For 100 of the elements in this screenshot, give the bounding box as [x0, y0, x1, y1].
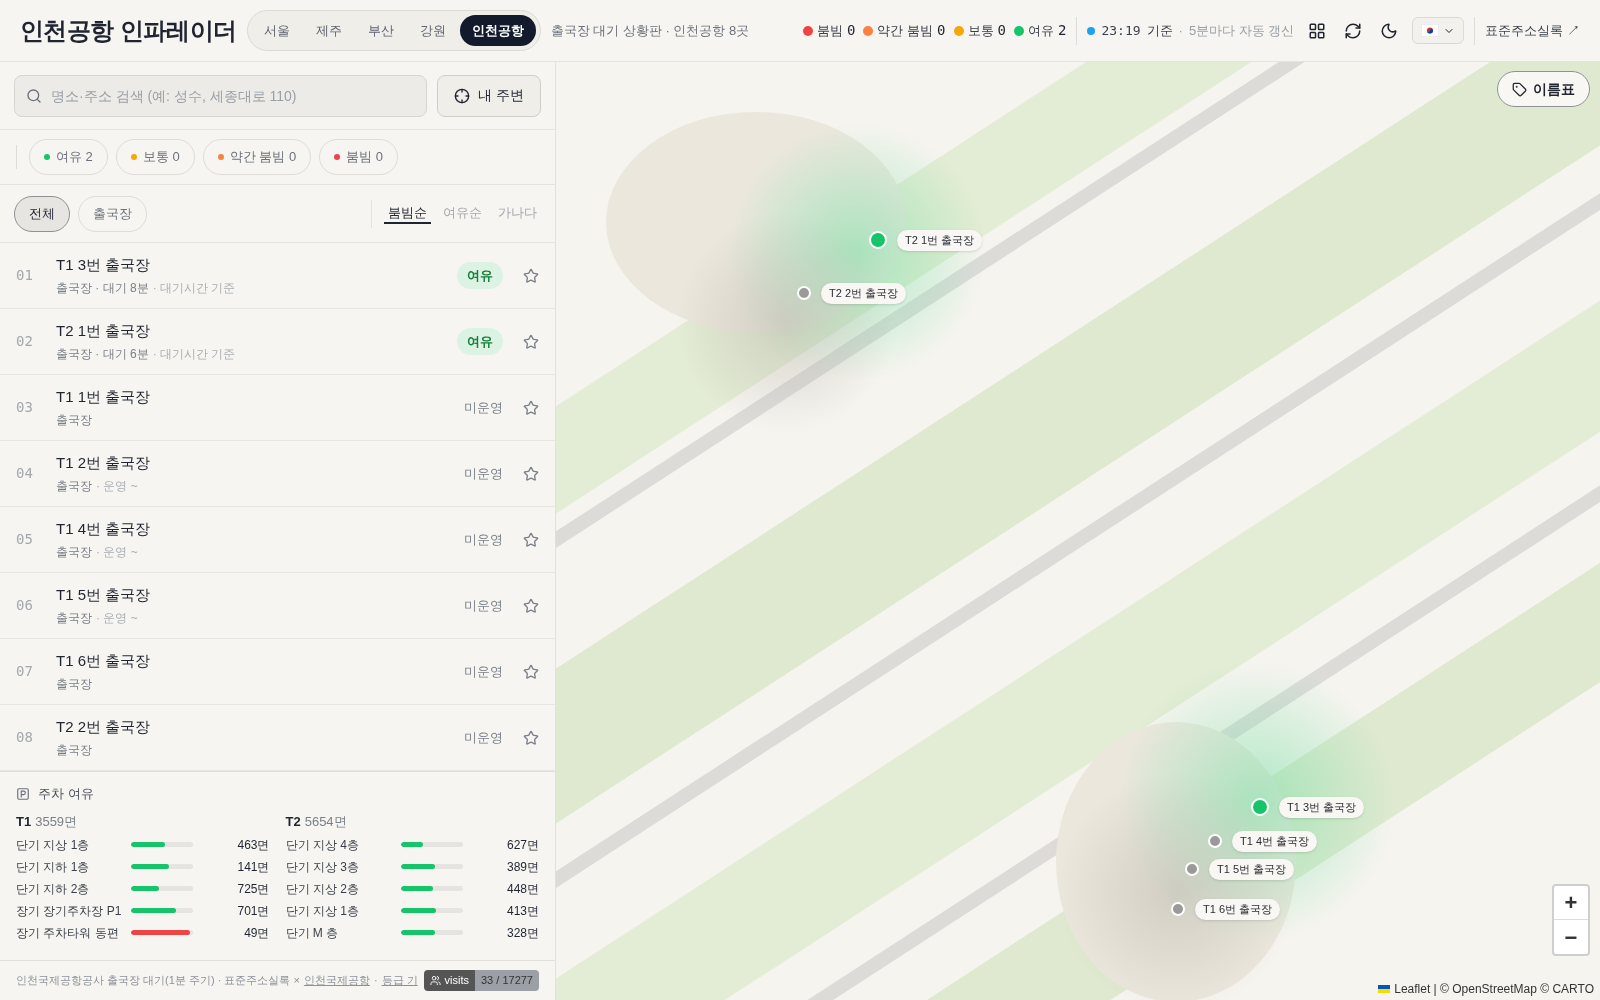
- type-tab[interactable]: 전체: [14, 195, 70, 232]
- status-text: 미운영: [464, 728, 503, 747]
- star-icon[interactable]: [523, 465, 539, 482]
- marker-label: T2 2번 출국장: [821, 283, 907, 304]
- row-number: 06: [16, 596, 34, 615]
- search-field[interactable]: 명소·주소 검색 (예: 성수, 세종대로 110): [14, 74, 428, 117]
- legend-count: 0: [847, 21, 856, 40]
- legend-count: 2: [1058, 21, 1067, 40]
- row-subtitle: 출국장: [56, 477, 92, 495]
- sort-tab[interactable]: 붐빔순: [384, 202, 431, 225]
- search-icon: [26, 87, 42, 104]
- star-icon[interactable]: [523, 531, 539, 548]
- city-tab[interactable]: 부산: [355, 14, 406, 47]
- star-icon[interactable]: [523, 399, 539, 416]
- row-subtitle: 출국장 · 대기 8분: [56, 279, 149, 297]
- row-title: T1 2번 출국장: [56, 453, 152, 474]
- marker-label: T1 6번 출국장: [1195, 899, 1281, 920]
- city-tab[interactable]: 제주: [303, 14, 354, 47]
- legend-label: 보통: [967, 21, 994, 40]
- time-suffix: 기준: [1146, 21, 1173, 40]
- status-text: 미운영: [464, 464, 503, 483]
- row-title: T1 1번 출국장: [56, 387, 152, 408]
- nearby-button[interactable]: 내 주변: [437, 74, 541, 117]
- city-tab[interactable]: 서울: [251, 14, 302, 47]
- lot-spaces: 448면: [505, 880, 539, 898]
- refresh-note: 5분마다 자동 갱신: [1188, 21, 1295, 40]
- terminal-label: T1: [16, 812, 32, 831]
- status-text: 미운영: [464, 398, 503, 417]
- row-note: · 대기시간 기준: [152, 279, 236, 297]
- lot-name: 단기 지상 4층: [285, 836, 360, 854]
- map[interactable]: T2 1번 출국장 T2 2번 출국장 T1 3번 출국장 T1 4번 출국장 T1 5번 출국장 T1 6번 출국장 이름표 + − Leaflet | © OpenStreetMap © CARTO: [556, 62, 1600, 1000]
- row-title: T1 6번 출국장: [56, 651, 152, 672]
- lot-spaces: 627면: [505, 836, 539, 854]
- tag-icon: [1512, 81, 1527, 97]
- star-icon[interactable]: [523, 729, 539, 746]
- row-subtitle: 출국장: [56, 411, 92, 429]
- parking-icon: [16, 786, 30, 801]
- row-title: T1 5번 출국장: [56, 585, 152, 606]
- list-row[interactable]: 08 T2 2번 출국장 출국장 미운영: [0, 705, 555, 771]
- list-row[interactable]: 04 T1 2번 출국장 출국장 · 운영 ~ 미운영: [0, 441, 555, 507]
- list-row[interactable]: 03 T1 1번 출국장 출국장 미운영: [0, 375, 555, 441]
- list-row[interactable]: 02 T2 1번 출국장 출국장 · 대기 6분 · 대기시간 기준 여유: [0, 309, 555, 375]
- row-number: 03: [16, 398, 34, 417]
- terminal-total: 5654면: [304, 812, 347, 831]
- lot-spaces: 463면: [236, 836, 270, 854]
- language-dropdown[interactable]: [1412, 17, 1465, 44]
- lot-name: 단기 지상 1층: [16, 836, 91, 854]
- legend-count: 0: [937, 21, 946, 40]
- row-note: · 운영 ~: [96, 609, 138, 627]
- separator: ·: [1178, 21, 1183, 40]
- subtitle: 출국장 대기 상황판 · 인천공항 8곳: [550, 21, 750, 40]
- row-subtitle: 출국장: [56, 543, 92, 561]
- legend-label: 여유: [1028, 21, 1054, 40]
- list-row[interactable]: 05 T1 4번 출국장 출국장 · 운영 ~ 미운영: [0, 507, 555, 573]
- status-text: 미운영: [464, 596, 503, 615]
- star-icon[interactable]: [523, 267, 539, 284]
- row-subtitle: 출국장: [56, 609, 92, 627]
- city-tab[interactable]: 인천공항: [459, 14, 536, 47]
- legend-label: 약간 붐빔: [877, 21, 934, 40]
- footer-text: 인천국제공항공사 출국장 대기(1분 주기) · 표준주소실록 ×: [16, 973, 300, 989]
- star-icon[interactable]: [523, 333, 539, 350]
- row-title: T1 4번 출국장: [56, 519, 152, 540]
- row-subtitle: 출국장: [56, 741, 92, 759]
- star-icon[interactable]: [523, 663, 539, 680]
- site-link[interactable]: 표준주소실록 ↗: [1485, 20, 1580, 41]
- visits-label: visits: [423, 970, 475, 991]
- row-number: 08: [16, 728, 34, 747]
- legend-count: 0: [997, 21, 1006, 40]
- users-icon: [429, 975, 441, 986]
- star-icon[interactable]: [523, 597, 539, 614]
- marker-label: T2 1번 출국장: [897, 230, 983, 251]
- lot-spaces: 701면: [236, 902, 270, 920]
- legend-label: 붐빔: [817, 21, 844, 40]
- lot-name: 단기 지상 3층: [285, 858, 360, 876]
- name-tag-button[interactable]: 이름표: [1497, 71, 1590, 107]
- lot-spaces: 389면: [505, 858, 539, 876]
- status-text: 미운영: [464, 530, 503, 549]
- lot-name: 단기 지상 1층: [285, 902, 360, 920]
- row-note: · 운영 ~: [96, 477, 138, 495]
- row-number: 07: [16, 662, 34, 681]
- lot-spaces: 725면: [236, 880, 270, 898]
- zoom-out-button[interactable]: −: [1554, 920, 1588, 954]
- list-row[interactable]: 06 T1 5번 출국장 출국장 · 운영 ~ 미운영: [0, 573, 555, 639]
- marker-label: T1 5번 출국장: [1209, 859, 1295, 880]
- city-tab[interactable]: 강원: [407, 14, 458, 47]
- status-badge: 여유: [457, 327, 503, 356]
- lot-name: 장기 장기주차장 P1: [16, 902, 123, 920]
- row-title: T1 3번 출국장: [56, 255, 152, 276]
- list-row[interactable]: 01 T1 3번 출국장 출국장 · 대기 8분 · 대기시간 기준 여유: [0, 243, 555, 309]
- crosshair-icon: [454, 87, 471, 104]
- lot-spaces: 49면: [243, 924, 270, 942]
- lot-spaces: 141면: [236, 858, 270, 876]
- list-row[interactable]: 07 T1 6번 출국장 출국장 미운영: [0, 639, 555, 705]
- status-badge: 여유: [457, 261, 503, 290]
- separator: ·: [373, 973, 378, 989]
- row-number: 01: [16, 266, 34, 285]
- flag-icon: [1421, 24, 1440, 37]
- flag-icon: [1378, 985, 1391, 993]
- zoom-in-button[interactable]: +: [1554, 886, 1588, 920]
- row-number: 04: [16, 464, 34, 483]
